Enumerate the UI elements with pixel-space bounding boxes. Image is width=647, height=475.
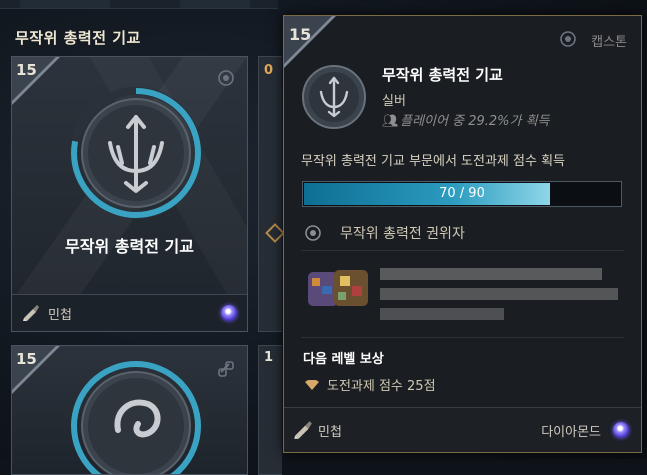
tooltip-level: 15	[289, 25, 312, 44]
diamond-orb-icon	[221, 305, 237, 321]
diamond-orb-icon	[613, 422, 629, 438]
footer-tier: 다이아몬드	[541, 425, 601, 440]
players-icon: 👥︎	[382, 114, 399, 129]
neighbor-card-bottom[interactable]: 1	[258, 345, 282, 475]
challenge-emblem-icon	[70, 87, 202, 219]
challenge-card-bottom[interactable]: 15	[11, 345, 248, 475]
challenge-emblem-icon	[71, 361, 201, 474]
points-gem-icon	[305, 380, 319, 390]
top-card-strip	[0, 0, 278, 9]
next-level-title: 다음 레벨 보상	[303, 352, 384, 367]
link-icon[interactable]	[217, 360, 235, 378]
neighbor-card[interactable]: 0	[258, 56, 282, 332]
card-category-label: 민첩	[48, 308, 72, 323]
neighbor-card-level: 1	[264, 350, 274, 365]
tooltip-tier: 실버	[382, 94, 406, 109]
challenge-card[interactable]: 15 무작위 총력전 기교 민첩	[11, 56, 248, 332]
card-title: 무작위 총력전 기교	[65, 237, 194, 256]
footer-category: 민첩	[318, 425, 342, 440]
tooltip-title: 무작위 총력전 기교	[382, 66, 503, 84]
capstone-label: 캡스톤	[591, 35, 627, 50]
target-icon	[560, 31, 576, 47]
challenge-emblem-icon	[302, 65, 366, 129]
card-level: 15	[16, 61, 37, 79]
title-reward: 무작위 총력전 권위자	[340, 226, 465, 242]
challenge-tooltip: 15 캡스톤 무작위 총력전 기교 실버 👥︎ 플레이어 중 29.2%가 획득…	[283, 15, 642, 453]
player-percent: 👥︎ 플레이어 중 29.2%가 획득	[382, 110, 550, 129]
next-level-reward: 도전과제 점수 25점	[327, 379, 436, 394]
player-avatars	[308, 270, 368, 306]
progress-text: 70 / 90	[439, 186, 485, 201]
target-icon[interactable]	[217, 69, 235, 87]
pen-scroll-icon	[294, 421, 312, 439]
title-target-icon	[305, 225, 321, 241]
card-level: 15	[16, 350, 37, 368]
tooltip-description: 무작위 총력전 기교 부문에서 도전과제 점수 획득	[301, 154, 565, 169]
divider	[301, 250, 624, 251]
pen-scroll-icon	[23, 305, 39, 321]
progress-bar: 70 / 90	[302, 181, 622, 207]
divider	[301, 337, 624, 338]
section-title: 무작위 총력전 기교	[15, 29, 141, 47]
neighbor-card-level: 0	[264, 63, 274, 78]
blurred-player-list	[380, 268, 618, 320]
card-footer: 민첩	[12, 294, 247, 331]
tooltip-footer: 민첩 다이아몬드	[284, 407, 641, 452]
player-percent-text: 플레이어 중 29.2%가 획득	[400, 114, 550, 129]
